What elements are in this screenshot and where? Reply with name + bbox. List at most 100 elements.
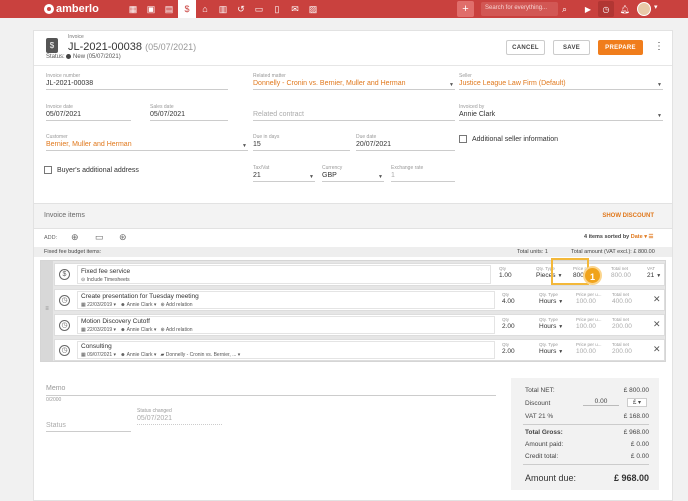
bank-icon[interactable]: ⌂ — [196, 0, 214, 18]
tax-vat-field[interactable]: Tax/Vat 21 ▼ — [253, 165, 315, 182]
qty-value[interactable]: 2.00 — [502, 323, 515, 330]
line-qty-type[interactable]: Qty. Type Hours ▼ — [539, 292, 569, 305]
line-description[interactable]: Consulting — [81, 343, 112, 350]
customer-field[interactable]: Customer Bernier, Muller and Herman ▼ — [46, 134, 248, 151]
fixed-fee-vat[interactable]: VAT 21 ▼ — [647, 266, 665, 279]
fixed-fee-description-box[interactable]: Fixed fee service ⊝ Include Timesheets — [77, 265, 491, 284]
dropdown-arrow-icon[interactable]: ▼ — [657, 113, 662, 119]
related-contract-placeholder[interactable]: Related contract — [253, 110, 455, 121]
customer-value[interactable]: Bernier, Muller and Herman — [46, 140, 248, 151]
currency-value[interactable]: GBP — [322, 171, 384, 182]
line-description[interactable]: Create presentation for Tuesday meeting — [81, 293, 199, 300]
invoiced-by-value[interactable]: Annie Clark — [459, 110, 663, 121]
drag-handle-icon[interactable]: ≡ — [41, 261, 53, 361]
fixed-fee-qty-type[interactable]: Qty. Type Pieces ▼ — [536, 266, 566, 279]
dropdown-arrow-icon[interactable]: ▼ — [657, 82, 662, 88]
line-qty[interactable]: Qty 2.00 — [502, 317, 530, 330]
exchange-rate-value[interactable]: 1 — [391, 171, 455, 182]
sales-date-value[interactable]: 05/07/2021 — [150, 110, 228, 121]
search-icon[interactable]: ⌕ — [557, 1, 572, 17]
remove-line-icon[interactable]: ✕ — [653, 319, 661, 330]
qty-type-value[interactable]: Hours — [539, 323, 556, 330]
line-description-box[interactable]: Create presentation for Tuesday meeting … — [77, 291, 495, 309]
checkbox-icon[interactable] — [44, 166, 52, 174]
due-in-days-value[interactable]: 15 — [253, 140, 350, 151]
dropdown-arrow-icon[interactable]: ▼ — [558, 324, 563, 330]
documents-icon[interactable]: ▯ — [268, 0, 286, 18]
buyer-additional-address-checkbox[interactable]: Buyer's additional address — [44, 166, 139, 174]
due-in-days-field[interactable]: Due in days 15 — [253, 134, 350, 151]
memo-field[interactable]: Memo 0/2000 — [46, 385, 496, 403]
line-description[interactable]: Motion Discovery Cutoff — [81, 318, 150, 325]
exchange-rate-field[interactable]: Exchange rate 1 — [391, 165, 455, 182]
more-options-icon[interactable]: ⋮ — [654, 41, 664, 52]
seller-value[interactable]: Justice League Law Firm (Default) — [459, 79, 663, 90]
qty-type-value[interactable]: Hours — [539, 298, 556, 305]
remove-line-icon[interactable]: ✕ — [653, 294, 661, 305]
timer-icon[interactable]: ◷ — [598, 1, 614, 17]
sorted-by-value[interactable]: Date — [631, 234, 643, 240]
qty-type-value[interactable]: Hours — [539, 348, 556, 355]
discount-currency-select[interactable]: £ ▾ — [627, 398, 647, 407]
additional-seller-checkbox[interactable]: Additional seller information — [459, 135, 558, 143]
sales-date-field[interactable]: Sales date 05/07/2021 — [150, 104, 228, 121]
discount-input[interactable]: 0.00 — [583, 398, 619, 406]
qty-value[interactable]: 1.00 — [499, 272, 512, 279]
qty-type-value[interactable]: Pieces — [536, 272, 556, 279]
add-relation-link[interactable]: Add relation — [166, 327, 193, 333]
line-date[interactable]: 22/03/2019 — [87, 302, 112, 308]
dropdown-arrow-icon[interactable]: ▼ — [309, 174, 314, 180]
calendar-icon[interactable]: ▥ — [214, 0, 232, 18]
line-description-box[interactable]: Motion Discovery Cutoff ▦ 22/03/2019 ▾ ☻… — [77, 316, 495, 334]
related-matter-value[interactable]: Donnelly - Cronin vs. Bernier, Muller an… — [253, 79, 455, 90]
line-date[interactable]: 09/07/2021 — [87, 352, 112, 358]
reports-icon[interactable]: ▨ — [304, 0, 322, 18]
line-date[interactable]: 22/03/2019 — [87, 327, 112, 333]
invoice-number-value[interactable]: JL-2021-00038 — [46, 79, 228, 90]
line-price[interactable]: Price per u... 100.00 — [576, 342, 608, 355]
include-timesheets-toggle[interactable]: ⊝ Include Timesheets — [81, 277, 130, 283]
matters-icon[interactable]: ▤ — [160, 0, 178, 18]
status-placeholder[interactable]: Status — [46, 421, 131, 432]
dropdown-arrow-icon[interactable]: ▼ — [558, 299, 563, 305]
price-value[interactable]: 100.00 — [576, 298, 596, 305]
seller-field[interactable]: Seller Justice League Law Firm (Default)… — [459, 73, 663, 90]
remove-line-icon[interactable]: ✕ — [653, 344, 661, 355]
add-fixed-fee-icon[interactable]: ⊛ — [119, 232, 127, 243]
qty-value[interactable]: 2.00 — [502, 348, 515, 355]
currency-field[interactable]: Currency GBP ▼ — [322, 165, 384, 182]
user-avatar[interactable] — [637, 2, 651, 16]
price-value[interactable]: 100.00 — [576, 323, 596, 330]
invoice-date-value[interactable]: 05/07/2021 — [46, 110, 131, 121]
line-price[interactable]: Price per u... 100.00 — [576, 292, 608, 305]
save-button[interactable]: SAVE — [553, 40, 590, 55]
add-expense-icon[interactable]: ▭ — [95, 232, 104, 243]
line-price[interactable]: Price per u... 100.00 — [576, 317, 608, 330]
dropdown-arrow-icon[interactable]: ▼ — [242, 143, 247, 149]
history-icon[interactable]: ↺ — [232, 0, 250, 18]
related-matter-field[interactable]: Related matter Donnelly - Cronin vs. Ber… — [253, 73, 455, 90]
invoices-icon[interactable]: $ — [178, 0, 196, 18]
qty-value[interactable]: 4.00 — [502, 298, 515, 305]
dropdown-arrow-icon[interactable]: ▼ — [558, 349, 563, 355]
line-description-box[interactable]: Consulting ▦ 09/07/2021 ▾ ☻ Annie Clark … — [77, 341, 495, 359]
invoiced-by-field[interactable]: Invoiced by Annie Clark ▼ — [459, 104, 663, 121]
prepare-button[interactable]: PREPARE — [598, 40, 643, 55]
line-qty-type[interactable]: Qty. Type Hours ▼ — [539, 317, 569, 330]
vat-value[interactable]: 21 — [647, 272, 654, 279]
global-search-input[interactable]: Search for everything... — [481, 2, 558, 16]
dashboard-icon[interactable]: ▦ — [124, 0, 142, 18]
status-field[interactable]: Status — [46, 415, 131, 432]
due-date-value[interactable]: 20/07/2021 — [356, 140, 455, 151]
dropdown-arrow-icon[interactable]: ▼ — [656, 273, 661, 279]
sort-direction-icon[interactable]: ▾ ☰ — [644, 234, 653, 240]
line-qty[interactable]: Qty 2.00 — [502, 342, 530, 355]
memo-input[interactable] — [46, 392, 496, 396]
invoice-date-field[interactable]: Invoice date 05/07/2021 — [46, 104, 131, 121]
play-icon[interactable]: ▶ — [580, 1, 596, 17]
sort-indicator[interactable]: 4 items sorted by Date ▾ ☰ — [584, 234, 653, 240]
related-contract-field[interactable]: Related contract — [253, 104, 455, 121]
line-qty[interactable]: Qty 4.00 — [502, 292, 530, 305]
line-qty-type[interactable]: Qty. Type Hours ▼ — [539, 342, 569, 355]
mail-icon[interactable]: ✉ — [286, 0, 304, 18]
